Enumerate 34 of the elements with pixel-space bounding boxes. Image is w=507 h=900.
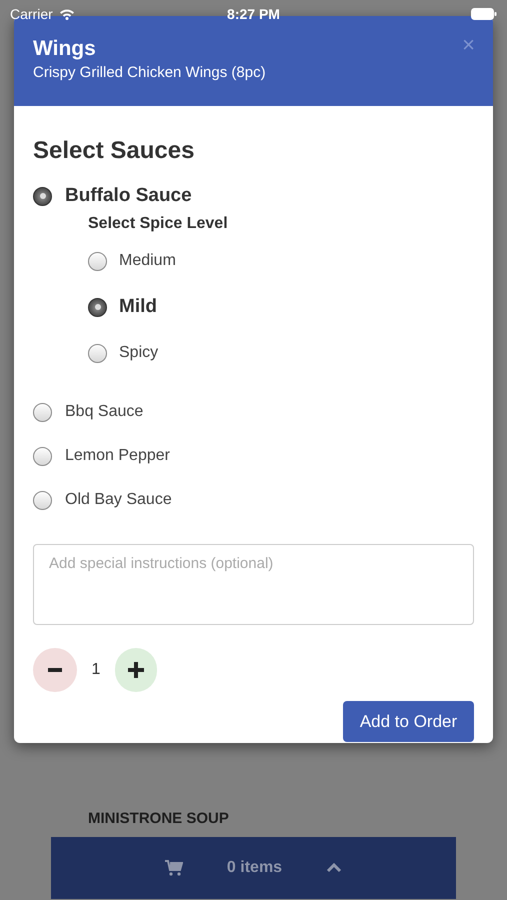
modal-subtitle: Crispy Grilled Chicken Wings (8pc) bbox=[33, 63, 266, 83]
radio-button[interactable] bbox=[33, 186, 52, 206]
cart-icon bbox=[164, 860, 183, 876]
section-title: MINISTRONE SOUP bbox=[87, 809, 230, 829]
chevron-up-icon[interactable] bbox=[326, 862, 342, 872]
battery-icon bbox=[471, 8, 497, 20]
spice-option[interactable]: Spicy bbox=[119, 341, 158, 365]
increase-button[interactable] bbox=[115, 648, 157, 692]
section-heading: Select Sauces bbox=[33, 136, 196, 166]
sauce-option[interactable]: Buffalo Sauce bbox=[65, 182, 192, 210]
radio-button[interactable] bbox=[33, 490, 52, 510]
radio-button[interactable] bbox=[88, 252, 107, 270]
radio-button[interactable] bbox=[88, 298, 107, 316]
cart-count: 0 items bbox=[226, 858, 282, 878]
plus-icon bbox=[128, 662, 144, 678]
radio-button[interactable] bbox=[33, 402, 52, 422]
radio-button[interactable] bbox=[88, 344, 107, 362]
sauce-option[interactable]: Old Bay Sauce bbox=[65, 488, 172, 512]
quantity-value: 1 bbox=[90, 660, 102, 680]
add-to-order-button[interactable]: Add to Order bbox=[343, 701, 474, 742]
minus-icon bbox=[48, 668, 62, 672]
instructions-field[interactable]: Add special instructions (optional) bbox=[33, 544, 474, 625]
radio-button[interactable] bbox=[33, 446, 52, 466]
cart-bar[interactable]: 0 items bbox=[51, 836, 456, 898]
status-time: 8:27 PM bbox=[227, 4, 280, 24]
spice-option[interactable]: Medium bbox=[119, 249, 176, 273]
sauce-option[interactable]: Bbq Sauce bbox=[65, 400, 144, 424]
spice-option[interactable]: Mild bbox=[119, 292, 157, 322]
sub-heading: Select Spice Level bbox=[88, 214, 229, 234]
wifi-icon bbox=[58, 8, 75, 20]
modal-title: Wings bbox=[33, 36, 96, 62]
sauce-option[interactable]: Lemon Pepper bbox=[65, 444, 170, 468]
carrier-label: Carrier bbox=[10, 4, 53, 24]
decrease-button[interactable] bbox=[33, 648, 77, 692]
